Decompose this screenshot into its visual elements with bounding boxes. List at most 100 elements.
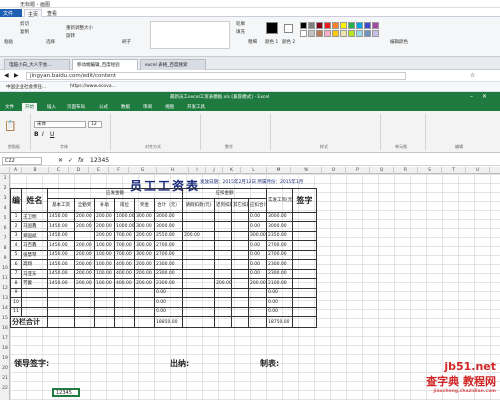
table-cell[interactable]: 2700.00 (266, 249, 293, 260)
bookmark-item[interactable]: 中国企业社会责任... (6, 84, 46, 90)
paste-icon[interactable]: 📋 (4, 121, 16, 132)
row-header[interactable]: 22 (0, 386, 10, 391)
cell-name[interactable]: 马亚东 (21, 268, 48, 279)
table-cell[interactable] (182, 316, 215, 328)
palette-swatch[interactable] (308, 22, 315, 29)
table-cell[interactable]: 700.00 (114, 240, 135, 251)
excel-tab-review[interactable]: 审阅 (140, 103, 155, 111)
row-header[interactable]: 18 (0, 346, 10, 351)
palette-swatch[interactable] (332, 22, 339, 29)
table-cell[interactable]: 400.00 (114, 259, 135, 270)
table-cell[interactable] (182, 211, 215, 222)
table-cell[interactable]: 300.00 (134, 211, 155, 222)
fx-icon[interactable]: fx (78, 157, 84, 164)
row-header[interactable]: 13 (0, 296, 10, 301)
table-cell[interactable] (182, 278, 215, 289)
subheader-cell[interactable]: 奖金 (134, 197, 155, 213)
table-cell[interactable]: 0.00 (248, 240, 267, 251)
table-cell[interactable]: 1450.00 (47, 249, 75, 260)
table-cell[interactable] (182, 240, 215, 251)
table-cell[interactable]: 2300.00 (266, 259, 293, 270)
table-cell[interactable] (231, 268, 249, 279)
table-cell[interactable]: 1450.00 (47, 259, 75, 270)
palette-swatch[interactable] (316, 22, 323, 29)
close-icon[interactable]: ✕ (482, 93, 487, 100)
column-header[interactable]: K (223, 167, 241, 174)
table-cell[interactable] (231, 306, 249, 317)
table-cell[interactable] (114, 316, 135, 328)
table-cell[interactable]: 200.00 (94, 230, 115, 241)
name-box[interactable]: C22 (2, 157, 42, 165)
brushes-button[interactable]: 刷子 (122, 39, 131, 45)
table-cell[interactable]: 0.00 (248, 221, 267, 232)
palette-swatch[interactable] (364, 22, 371, 29)
cell-no[interactable]: 10 (10, 297, 22, 308)
table-cell[interactable]: 200.00 (134, 268, 155, 279)
header-net[interactable]: 实发工资(元) (266, 188, 293, 213)
header-payable[interactable]: 应发金额 (47, 188, 183, 199)
table-cell[interactable]: 3000.00 (154, 221, 183, 232)
table-cell[interactable]: 200.00 (74, 211, 95, 222)
cell-sign[interactable] (292, 278, 317, 289)
column-header[interactable]: G (129, 167, 157, 174)
table-cell[interactable] (231, 240, 249, 251)
minimize-icon[interactable]: – (470, 93, 473, 100)
table-cell[interactable]: 2300.00 (154, 259, 183, 270)
column-header[interactable]: P (346, 167, 370, 174)
column-header[interactable]: O (322, 167, 346, 174)
table-cell[interactable] (182, 268, 215, 279)
cell-no[interactable]: 3 (10, 230, 22, 241)
table-cell[interactable] (74, 230, 95, 241)
paste-button[interactable]: 粘贴 (4, 39, 13, 45)
table-cell[interactable] (182, 259, 215, 270)
column-header[interactable]: U (466, 167, 490, 174)
table-cell[interactable]: 100.00 (94, 278, 115, 289)
table-cell[interactable]: 300.00 (134, 249, 155, 260)
table-cell[interactable]: 100.00 (94, 259, 115, 270)
table-cell[interactable] (248, 287, 267, 298)
cell-name[interactable]: 张慧琴 (21, 249, 48, 260)
bookmark-item[interactable]: https://www.ecova... (70, 84, 116, 89)
size-button[interactable]: 粗细 (248, 39, 257, 45)
row-header[interactable]: 9 (0, 256, 10, 261)
table-cell[interactable] (94, 297, 115, 308)
column-header[interactable]: H (157, 167, 189, 174)
table-cell[interactable]: 200.00 (94, 211, 115, 222)
cell-no[interactable]: 5 (10, 249, 22, 260)
table-cell[interactable] (214, 268, 232, 279)
column-header[interactable]: R (394, 167, 418, 174)
table-cell[interactable] (182, 297, 215, 308)
cell-sign[interactable] (292, 268, 317, 279)
row-header[interactable]: 15 (0, 316, 10, 321)
column-header[interactable]: M (267, 167, 291, 174)
palette-swatch[interactable] (372, 22, 379, 29)
table-cell[interactable]: 1450.00 (47, 221, 75, 232)
palette-swatch[interactable] (324, 22, 331, 29)
row-header[interactable]: 3 (0, 196, 10, 201)
table-cell[interactable] (214, 230, 232, 241)
table-cell[interactable]: 300.00 (248, 230, 267, 241)
subheader-cell[interactable]: 应扣合计(元) (248, 197, 267, 213)
column-header[interactable]: J (206, 167, 223, 174)
table-cell[interactable]: 2300.00 (154, 268, 183, 279)
table-cell[interactable]: 200.00 (74, 249, 95, 260)
active-cell-c22[interactable]: 12345 (52, 388, 80, 397)
table-cell[interactable]: 1450.00 (47, 278, 75, 289)
copy-button[interactable]: 复制 (20, 29, 29, 35)
table-cell[interactable]: 200.00 (74, 268, 95, 279)
subheader-cell[interactable]: 其它扣款(元) (231, 197, 249, 213)
cell-no[interactable]: 6 (10, 259, 22, 270)
rotate-button[interactable]: 旋转 (66, 33, 75, 39)
table-cell[interactable] (231, 287, 249, 298)
header-no[interactable]: 编号 (10, 188, 22, 213)
table-cell[interactable]: 2700.00 (266, 240, 293, 251)
table-cell[interactable] (231, 211, 249, 222)
underline-icon[interactable]: U (50, 131, 54, 138)
table-cell[interactable] (94, 287, 115, 298)
cell-no[interactable]: 11 (10, 306, 22, 317)
table-cell[interactable]: 200.00 (248, 278, 267, 289)
column-header[interactable]: L (241, 167, 267, 174)
cell-sign[interactable] (292, 211, 317, 222)
edit-colors-button[interactable]: 编辑颜色 (390, 39, 408, 45)
bold-icon[interactable]: B (34, 131, 39, 138)
